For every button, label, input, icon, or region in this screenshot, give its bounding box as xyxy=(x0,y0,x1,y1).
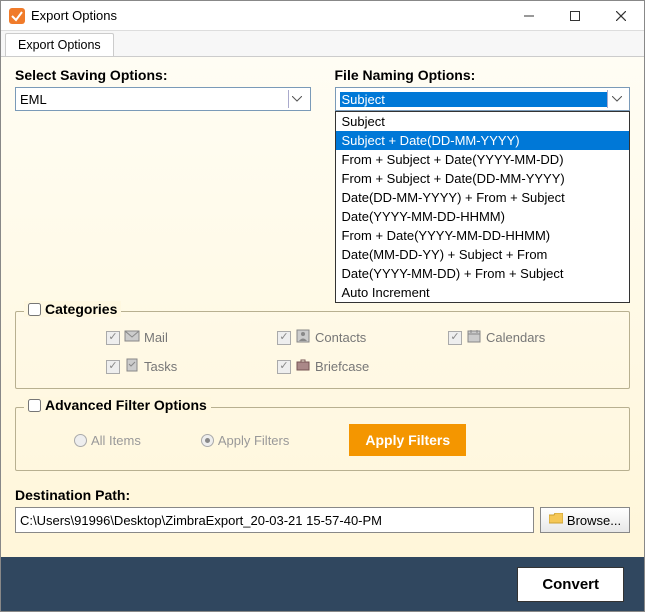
category-calendars: ✓ Calendars xyxy=(448,328,619,347)
destination-path-input[interactable] xyxy=(15,507,534,533)
saving-options-group: Select Saving Options: EML xyxy=(15,67,311,111)
content-area: Select Saving Options: EML File Naming O… xyxy=(1,57,644,557)
file-naming-option[interactable]: Date(YYYY-MM-DD-HHMM) xyxy=(336,207,630,226)
convert-button[interactable]: Convert xyxy=(517,567,624,602)
saving-options-value: EML xyxy=(20,92,288,107)
file-naming-option[interactable]: Date(MM-DD-YY) + Subject + From xyxy=(336,245,630,264)
tasks-icon xyxy=(124,357,140,376)
saving-options-dropdown[interactable]: EML xyxy=(15,87,311,111)
categories-fieldset: Categories ✓ Mail ✓ Contacts ✓ Calendars xyxy=(15,311,630,389)
advanced-filter-checkbox[interactable] xyxy=(28,399,41,412)
mail-icon xyxy=(124,328,140,347)
file-naming-option[interactable]: Date(YYYY-MM-DD) + From + Subject xyxy=(336,264,630,283)
checkbox-icon: ✓ xyxy=(448,331,462,345)
destination-label: Destination Path: xyxy=(15,487,630,503)
chevron-down-icon xyxy=(288,90,306,108)
file-naming-dropdown[interactable]: Subject SubjectSubject + Date(DD-MM-YYYY… xyxy=(335,87,631,111)
file-naming-option[interactable]: From + Date(YYYY-MM-DD-HHMM) xyxy=(336,226,630,245)
category-calendars-label: Calendars xyxy=(486,330,545,345)
window-title: Export Options xyxy=(31,8,506,23)
close-button[interactable] xyxy=(598,1,644,31)
file-naming-option[interactable]: Date(DD-MM-YYYY) + From + Subject xyxy=(336,188,630,207)
all-items-label: All Items xyxy=(91,433,141,448)
checkbox-icon: ✓ xyxy=(277,331,291,345)
maximize-button[interactable] xyxy=(552,1,598,31)
footer: Convert xyxy=(1,557,644,611)
category-contacts: ✓ Contacts xyxy=(277,328,448,347)
advanced-filter-fieldset: Advanced Filter Options All Items Apply … xyxy=(15,407,630,471)
category-tasks: ✓ Tasks xyxy=(106,357,277,376)
advanced-filter-legend-text: Advanced Filter Options xyxy=(45,397,207,413)
file-naming-option[interactable]: Subject + Date(DD-MM-YYYY) xyxy=(336,131,630,150)
folder-icon xyxy=(549,513,563,528)
file-naming-group: File Naming Options: Subject SubjectSubj… xyxy=(335,67,631,111)
titlebar: Export Options xyxy=(1,1,644,31)
category-mail: ✓ Mail xyxy=(106,328,277,347)
apply-filters-button[interactable]: Apply Filters xyxy=(349,424,466,456)
browse-button-label: Browse... xyxy=(567,513,621,528)
radio-icon xyxy=(74,434,87,447)
briefcase-icon xyxy=(295,357,311,376)
file-naming-option[interactable]: Subject xyxy=(336,112,630,131)
file-naming-value: Subject xyxy=(340,92,608,107)
file-naming-option[interactable]: From + Subject + Date(YYYY-MM-DD) xyxy=(336,150,630,169)
category-briefcase-label: Briefcase xyxy=(315,359,369,374)
app-icon xyxy=(9,8,25,24)
categories-legend: Categories xyxy=(24,301,121,317)
file-naming-label: File Naming Options: xyxy=(335,67,631,83)
category-contacts-label: Contacts xyxy=(315,330,366,345)
category-briefcase: ✓ Briefcase xyxy=(277,357,448,376)
tab-export-options[interactable]: Export Options xyxy=(5,33,114,56)
apply-filters-radio-label: Apply Filters xyxy=(218,433,290,448)
apply-filters-radio: Apply Filters xyxy=(201,433,290,448)
file-naming-option-list[interactable]: SubjectSubject + Date(DD-MM-YYYY)From + … xyxy=(335,111,631,303)
saving-options-label: Select Saving Options: xyxy=(15,67,311,83)
destination-group: Destination Path: Browse... xyxy=(15,487,630,533)
advanced-filter-legend: Advanced Filter Options xyxy=(24,397,211,413)
window-controls xyxy=(506,1,644,31)
browse-button[interactable]: Browse... xyxy=(540,507,630,533)
checkbox-icon: ✓ xyxy=(277,360,291,374)
chevron-down-icon xyxy=(607,90,625,108)
checkbox-icon: ✓ xyxy=(106,331,120,345)
categories-legend-text: Categories xyxy=(45,301,117,317)
contacts-icon xyxy=(295,328,311,347)
file-naming-option[interactable]: From + Subject + Date(DD-MM-YYYY) xyxy=(336,169,630,188)
category-mail-label: Mail xyxy=(144,330,168,345)
radio-icon xyxy=(201,434,214,447)
category-tasks-label: Tasks xyxy=(144,359,177,374)
file-naming-option[interactable]: Auto Increment xyxy=(336,283,630,302)
calendar-icon xyxy=(466,328,482,347)
export-options-window: Export Options Export Options Select Sav… xyxy=(0,0,645,612)
minimize-button[interactable] xyxy=(506,1,552,31)
categories-checkbox[interactable] xyxy=(28,303,41,316)
checkbox-icon: ✓ xyxy=(106,360,120,374)
tab-strip: Export Options xyxy=(1,31,644,57)
all-items-radio: All Items xyxy=(74,433,141,448)
